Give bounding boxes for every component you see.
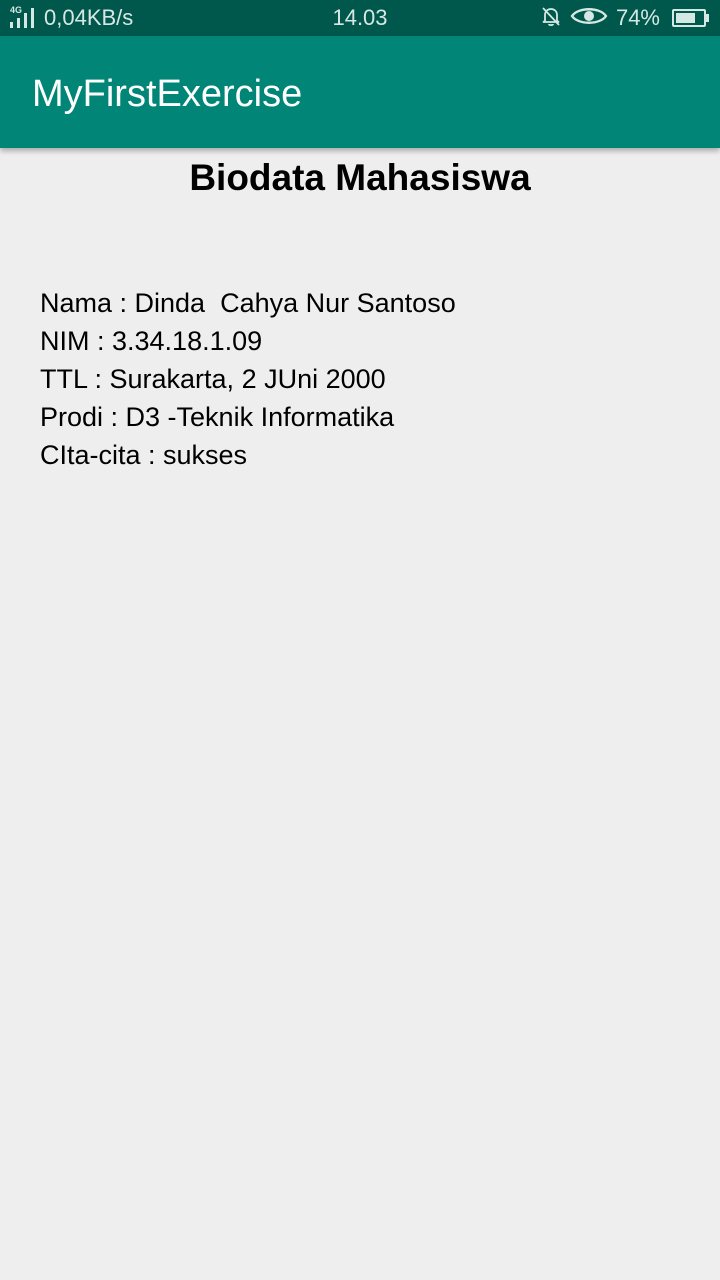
mute-bell-icon <box>540 5 562 32</box>
battery-icon <box>672 9 709 27</box>
app-bar: MyFirstExercise <box>0 36 720 148</box>
biodata-aspiration: CIta-cita : sukses <box>40 440 248 470</box>
biodata-list: Nama : Dinda Cahya Nur Santoso NIM : 3.3… <box>40 284 456 474</box>
status-bar-right: 74% <box>540 0 709 36</box>
biodata-name: Nama : Dinda Cahya Nur Santoso <box>40 288 456 318</box>
status-bar: 4G 0,04KB/s 14.03 74% <box>0 0 720 36</box>
biodata-program: Prodi : D3 -Teknik Informatika <box>40 402 395 432</box>
battery-percent: 74% <box>615 5 660 30</box>
eye-icon <box>570 5 608 32</box>
biodata-birth: TTL : Surakarta, 2 JUni 2000 <box>40 364 386 394</box>
biodata-nim: NIM : 3.34.18.1.09 <box>40 326 263 356</box>
app-title: MyFirstExercise <box>32 73 303 115</box>
page-heading: Biodata Mahasiswa <box>189 157 531 198</box>
